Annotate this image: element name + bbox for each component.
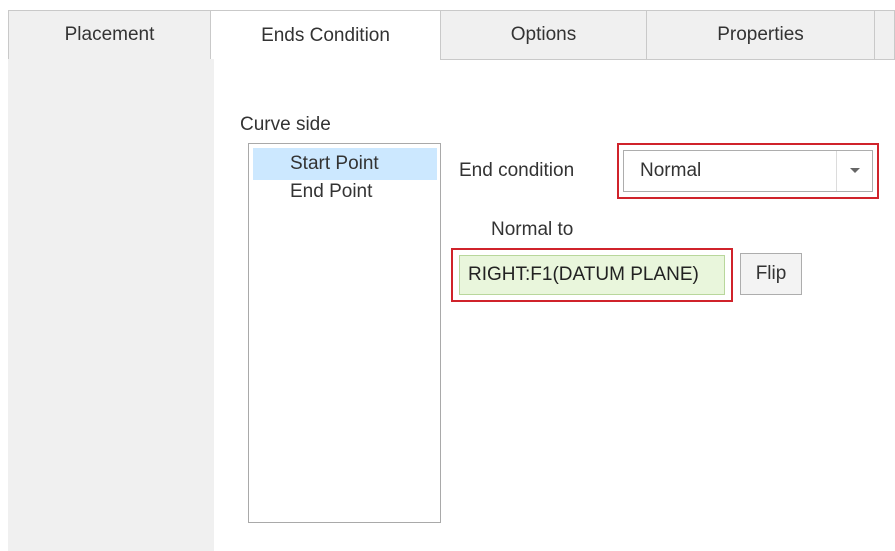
tab-placement-label: Placement	[64, 24, 155, 45]
tab-properties[interactable]: Properties	[647, 11, 875, 60]
curve-side-label: Curve side	[240, 114, 331, 135]
tab-placement[interactable]: Placement	[8, 11, 211, 60]
flip-button[interactable]: Flip	[740, 253, 802, 295]
list-item-end-point[interactable]: End Point	[253, 180, 437, 208]
list-item-start-point-label: Start Point	[290, 153, 379, 174]
curve-side-list[interactable]: Start Point End Point	[248, 143, 441, 523]
left-sidebar-panel	[8, 59, 214, 551]
tab-ends-condition-label: Ends Condition	[261, 24, 390, 46]
list-item-start-point[interactable]: Start Point	[253, 148, 437, 180]
list-item-end-point-label: End Point	[290, 181, 373, 202]
chevron-down-icon	[849, 168, 860, 173]
flip-button-label: Flip	[755, 263, 787, 284]
end-condition-select[interactable]: Normal	[623, 150, 873, 192]
normal-to-reference-field[interactable]: RIGHT:F1(DATUM PLANE)	[459, 255, 725, 295]
tab-properties-label: Properties	[717, 24, 804, 45]
tab-options-label: Options	[510, 24, 577, 45]
tab-bar: Placement Ends Condition Options Propert…	[8, 10, 895, 60]
tab-options[interactable]: Options	[441, 11, 647, 60]
tab-ends-condition[interactable]: Ends Condition	[211, 11, 441, 60]
normal-to-label: Normal to	[491, 219, 574, 240]
end-condition-label: End condition	[459, 160, 575, 181]
end-condition-dropdown-button[interactable]	[836, 151, 872, 191]
tab-overflow-area	[875, 11, 895, 60]
end-condition-value: Normal	[640, 160, 702, 181]
